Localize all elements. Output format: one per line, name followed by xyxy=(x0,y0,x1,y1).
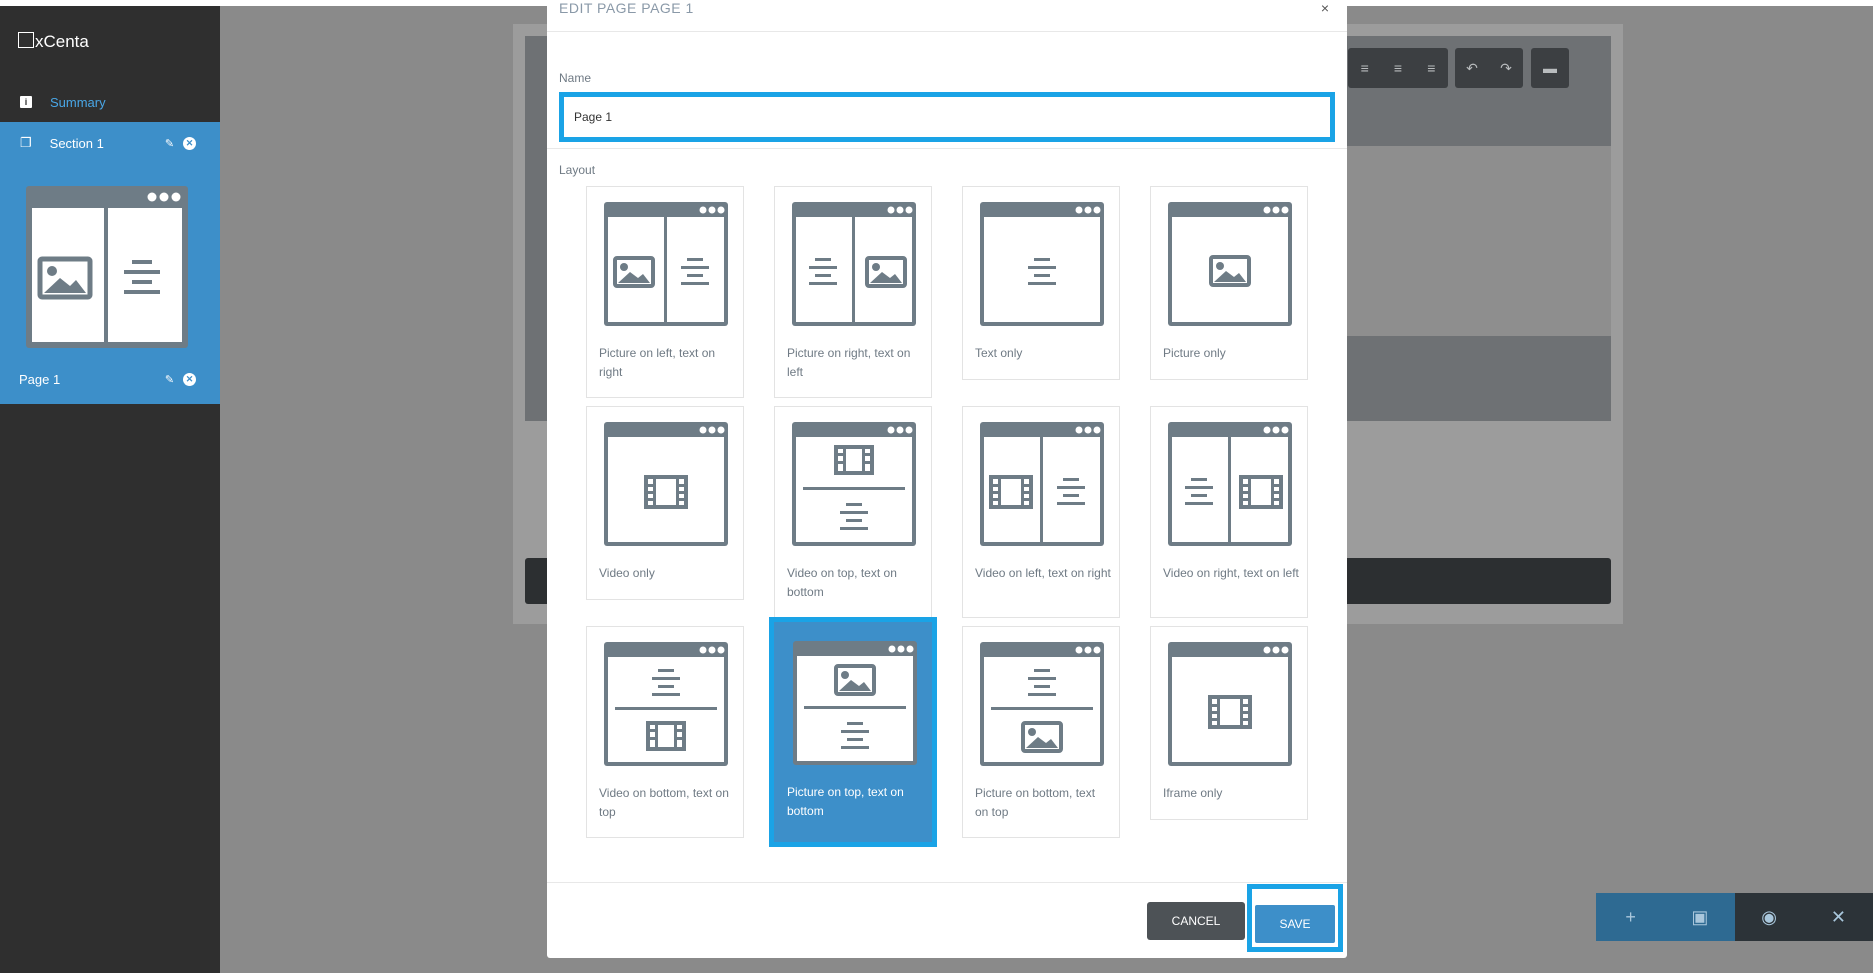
layout-caption: Text only xyxy=(975,346,1023,360)
layout-caption: Video on right, text on left xyxy=(1163,566,1299,580)
align-justify-icon[interactable]: ≡ xyxy=(1427,60,1435,76)
preview-icon[interactable]: ◉ xyxy=(1734,893,1804,941)
video-bottom-text-top-icon xyxy=(604,642,728,766)
divider xyxy=(547,31,1347,32)
picture-left-text-right-icon xyxy=(604,202,728,326)
horizontal-rule-icon[interactable]: ▬ xyxy=(1543,60,1557,76)
add-icon[interactable]: + xyxy=(1596,893,1665,941)
sidebar-item-section[interactable]: ❐ Section 1 ✎ ✕ xyxy=(0,128,220,158)
layout-caption: Video on top, text on bottom xyxy=(787,566,897,599)
layout-option-video-top[interactable]: Video on top, text on bottom xyxy=(774,406,932,618)
layout-caption: Picture only xyxy=(1163,346,1226,360)
editor-content-area xyxy=(1347,146,1611,336)
layout-option-iframe-only[interactable]: Iframe only xyxy=(1150,626,1308,820)
save-button-highlight: SAVE xyxy=(1247,884,1343,952)
section-block: ❐ Section 1 ✎ ✕ Page 1 ✎ ✕ xyxy=(0,122,220,404)
layout-caption: Picture on bottom, text on top xyxy=(975,786,1096,819)
layout-option-text-only[interactable]: Text only xyxy=(962,186,1120,380)
edit-icon[interactable]: ✎ xyxy=(163,373,176,386)
delete-icon[interactable]: ✕ xyxy=(183,372,196,386)
video-right-text-left-icon xyxy=(1168,422,1292,546)
edit-page-modal: EDIT PAGE PAGE 1 × Name Layout Picture o… xyxy=(547,0,1347,958)
layout-caption: Picture on left, text on right xyxy=(599,346,716,379)
copy-icon: ❐ xyxy=(20,135,32,150)
sidebar-item-page[interactable]: Page 1 ✎ ✕ xyxy=(0,364,220,394)
redo-icon[interactable]: ↷ xyxy=(1500,60,1512,77)
save-icon[interactable]: ▣ xyxy=(1665,893,1734,941)
logo-text: xCenta xyxy=(35,32,89,51)
layout-option-picture-right[interactable]: Picture on right, text on left xyxy=(774,186,932,398)
name-input[interactable] xyxy=(559,92,1335,142)
layout-caption: Picture on right, text on left xyxy=(787,346,911,379)
video-left-text-right-icon xyxy=(980,422,1104,546)
undo-icon[interactable]: ↶ xyxy=(1466,60,1478,77)
layout-option-picture-top[interactable]: Picture on top, text on bottom xyxy=(769,617,937,847)
page-thumbnail[interactable] xyxy=(24,184,190,350)
sidebar: xCenta i Summary ❐ Section 1 ✎ ✕ Page 1 … xyxy=(0,6,220,973)
close-icon[interactable]: ✕ xyxy=(1803,893,1873,941)
page-label: Page 1 xyxy=(19,371,61,387)
divider xyxy=(547,882,1347,883)
app-logo: xCenta xyxy=(18,32,89,52)
modal-title: EDIT PAGE PAGE 1 xyxy=(559,0,694,16)
text-only-icon xyxy=(980,202,1104,326)
floating-action-bar: + ▣ ◉ ✕ xyxy=(1596,893,1873,941)
edit-icon[interactable]: ✎ xyxy=(163,137,176,150)
info-icon: i xyxy=(20,96,32,108)
layout-option-picture-bottom[interactable]: Picture on bottom, text on top xyxy=(962,626,1120,838)
sidebar-item-label: Summary xyxy=(50,94,106,110)
layout-option-video-left[interactable]: Video on left, text on right xyxy=(962,406,1120,618)
toolbar-history-group: ↶ ↷ xyxy=(1455,48,1523,88)
toolbar-align-group: ≡ ≡ ≡ xyxy=(1348,48,1448,88)
layout-caption: Picture on top, text on bottom xyxy=(787,785,904,818)
video-only-icon xyxy=(604,422,728,546)
align-center-icon[interactable]: ≡ xyxy=(1361,60,1369,76)
layout-label: Layout xyxy=(559,163,596,177)
layout-caption: Iframe only xyxy=(1163,786,1223,800)
iframe-only-icon xyxy=(1168,642,1292,766)
section-label: Section 1 xyxy=(49,135,104,151)
layout-option-picture-only[interactable]: Picture only xyxy=(1150,186,1308,380)
picture-right-text-left-icon xyxy=(792,202,916,326)
video-top-text-bottom-icon xyxy=(792,422,916,546)
save-button[interactable]: SAVE xyxy=(1255,905,1335,943)
align-right-icon[interactable]: ≡ xyxy=(1394,60,1402,76)
name-label: Name xyxy=(559,71,592,85)
layout-caption: Video on bottom, text on top xyxy=(599,786,729,819)
layout-option-video-right[interactable]: Video on right, text on left xyxy=(1150,406,1308,618)
picture-only-icon xyxy=(1168,202,1292,326)
cancel-button[interactable]: CANCEL xyxy=(1147,902,1245,940)
layout-caption: Video on left, text on right xyxy=(975,566,1111,580)
layout-option-video-bottom[interactable]: Video on bottom, text on top xyxy=(586,626,744,838)
logo-icon xyxy=(18,32,34,48)
delete-icon[interactable]: ✕ xyxy=(183,136,196,150)
layout-caption: Video only xyxy=(599,566,655,580)
modal-close-icon[interactable]: × xyxy=(1321,0,1329,16)
layout-option-video-only[interactable]: Video only xyxy=(586,406,744,600)
picture-top-text-bottom-icon xyxy=(793,641,917,765)
divider xyxy=(547,148,1347,149)
sidebar-item-summary[interactable]: i Summary xyxy=(0,86,220,118)
picture-bottom-text-top-icon xyxy=(980,642,1104,766)
toolbar-rule-group: ▬ xyxy=(1531,48,1569,88)
layout-option-picture-left[interactable]: Picture on left, text on right xyxy=(586,186,744,398)
